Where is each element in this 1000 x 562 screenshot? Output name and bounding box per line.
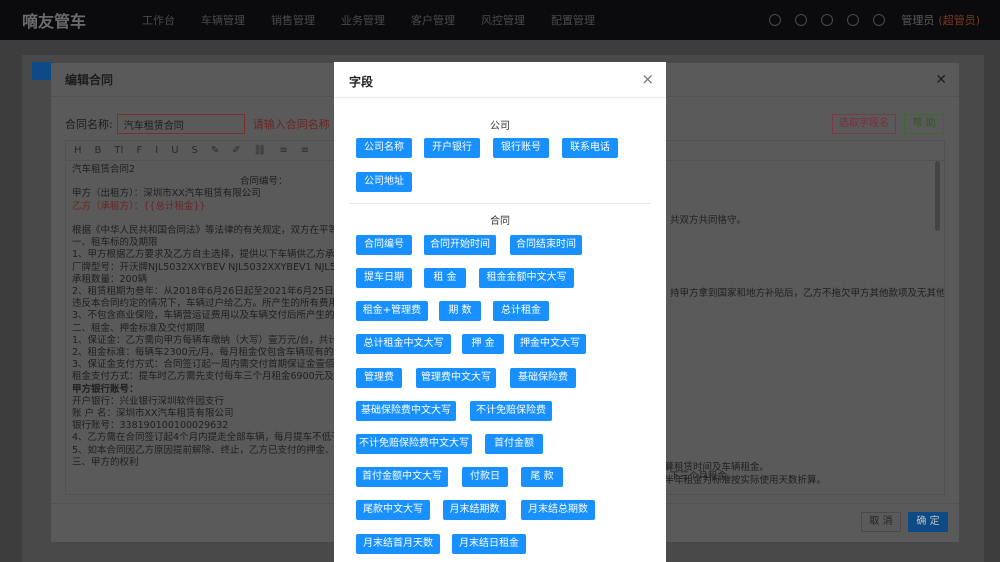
font-size-icon[interactable]: TI — [114, 145, 123, 156]
field-pay-day[interactable]: 付款日 — [462, 467, 508, 487]
nav-right: 管理员 (超管员) — [755, 0, 980, 40]
contract-name-input[interactable] — [116, 114, 245, 134]
pick-field-button[interactable]: 选取字段名 — [832, 114, 896, 134]
main-menu: 工作台 车辆管理 销售管理 业务管理 客户管理 风控管理 配置管理 — [142, 12, 621, 28]
field-balance[interactable]: 尾 款 — [521, 467, 563, 487]
field-total-rent-cn[interactable]: 总计租金中文大写 — [356, 334, 451, 354]
bold-icon[interactable]: B — [95, 145, 102, 156]
field-pickup-date[interactable]: 提车日期 — [356, 268, 412, 288]
field-down-payment[interactable]: 首付金额 — [485, 434, 543, 454]
field-basic-insurance-cn[interactable]: 基础保险费中文大写 — [356, 401, 456, 421]
field-month-end-total-periods[interactable]: 月末结总期数 — [521, 500, 595, 520]
field-company-address[interactable]: 公司地址 — [356, 172, 412, 192]
close-icon[interactable]: ✕ — [935, 72, 947, 88]
contract-name-row: 合同名称: 请输入合同名称 — [65, 114, 330, 134]
field-rent-amount-cn[interactable]: 租金金额中文大写 — [479, 268, 574, 288]
user-role: (超管员) — [938, 14, 980, 27]
contract-name-label: 合同名称: — [65, 118, 113, 131]
user-icon[interactable] — [769, 14, 782, 26]
field-down-payment-cn[interactable]: 首付金额中文大写 — [356, 467, 448, 487]
font-family-icon[interactable]: F — [136, 145, 142, 156]
menu-item-workbench[interactable]: 工作台 — [142, 12, 175, 28]
field-contract-start[interactable]: 合同开始时间 — [424, 235, 496, 255]
field-contract-no[interactable]: 合同编号 — [356, 235, 412, 255]
doc-fragment: 共双方共同恪守。 — [670, 215, 747, 226]
menu-item-business[interactable]: 业务管理 — [341, 12, 385, 28]
cancel-button[interactable]: 取 消 — [861, 512, 901, 532]
field-month-end-first-days[interactable]: 月末结首月天数 — [356, 534, 440, 554]
link-icon[interactable]: ⛓ — [254, 145, 267, 156]
field-mgmt-fee[interactable]: 管理费 — [356, 368, 402, 388]
doc-fragment: 以半年租金为标准按实际使用天数折算。 — [655, 475, 827, 486]
text-color-icon[interactable]: ✎ — [211, 145, 219, 156]
section-title-company: 公司 — [490, 121, 510, 132]
field-modal-header: 字段 × — [334, 62, 666, 98]
brand-logo: 嘀友管车 — [22, 12, 87, 31]
menu-item-vehicles[interactable]: 车辆管理 — [201, 12, 245, 28]
section-divider — [349, 203, 651, 204]
top-nav: 嘀友管车 工作台 车辆管理 销售管理 业务管理 客户管理 风控管理 配置管理 管… — [0, 0, 1000, 40]
field-total-rent[interactable]: 总计租金 — [493, 301, 549, 321]
close-icon[interactable]: × — [641, 70, 654, 88]
background-color-icon[interactable]: ✐ — [232, 145, 240, 156]
field-modal-title: 字段 — [349, 75, 374, 89]
italic-icon[interactable]: I — [155, 145, 158, 156]
help-button[interactable]: 帮 助 — [904, 114, 944, 134]
list-icon[interactable]: ≡ — [279, 145, 287, 156]
underline-icon[interactable]: U — [171, 145, 178, 156]
field-rent-plus-fee[interactable]: 租金+管理费 — [356, 301, 428, 321]
field-month-end-daily-rent[interactable]: 月末结日租金 — [452, 534, 526, 554]
heading-icon[interactable]: H — [74, 145, 82, 156]
field-deductible-insurance-cn[interactable]: 不计免赔保险费中文大写 — [356, 434, 472, 454]
doc-fragment: 计算租赁时间及车辆租金。 — [655, 462, 770, 473]
contract-name-error: 请输入合同名称 — [252, 118, 330, 131]
location-icon[interactable] — [821, 14, 834, 26]
menu-item-customers[interactable]: 客户管理 — [411, 12, 455, 28]
field-mgmt-fee-cn[interactable]: 管理费中文大写 — [416, 368, 496, 388]
menu-item-sales[interactable]: 销售管理 — [271, 12, 315, 28]
doc-fragment: 持甲方拿到国家和地方补贴后，乙方不拖欠甲方其他款项及无其他 — [670, 288, 945, 299]
field-contract-end[interactable]: 合同结束时间 — [510, 235, 582, 255]
section-title-contract: 合同 — [490, 216, 510, 227]
menu-item-risk[interactable]: 风控管理 — [481, 12, 525, 28]
ok-button[interactable]: 确 定 — [908, 512, 948, 532]
field-deposit-cn[interactable]: 押金中文大写 — [514, 334, 586, 354]
field-modal: 字段 × 公司 公司名称 开户银行 银行账号 联系电话 公司地址 合同 合同编号… — [334, 62, 666, 562]
field-balance-cn[interactable]: 尾款中文大写 — [356, 500, 430, 520]
field-deductible-insurance[interactable]: 不计免赔保险费 — [470, 401, 552, 421]
mobile-icon[interactable] — [847, 14, 860, 26]
field-rent[interactable]: 租 金 — [424, 268, 466, 288]
field-bank-account[interactable]: 银行账号 — [493, 138, 549, 158]
strikethrough-icon[interactable]: S — [192, 145, 198, 156]
field-basic-insurance[interactable]: 基础保险费 — [510, 368, 576, 388]
editor-scrollbar[interactable] — [935, 161, 940, 231]
align-icon[interactable]: ≡ — [301, 145, 309, 156]
field-periods[interactable]: 期 数 — [439, 301, 481, 321]
user-name[interactable]: 管理员 — [901, 12, 934, 28]
field-bank[interactable]: 开户银行 — [424, 138, 480, 158]
field-month-end-periods[interactable]: 月末结期数 — [443, 500, 506, 520]
field-company-name[interactable]: 公司名称 — [356, 138, 412, 158]
menu-item-config[interactable]: 配置管理 — [551, 12, 595, 28]
headset-icon[interactable] — [795, 14, 808, 26]
field-phone[interactable]: 联系电话 — [562, 138, 618, 158]
edit-dialog-title: 编辑合同 — [65, 73, 114, 87]
field-deposit[interactable]: 押 金 — [462, 334, 504, 354]
help-icon[interactable] — [873, 14, 886, 26]
